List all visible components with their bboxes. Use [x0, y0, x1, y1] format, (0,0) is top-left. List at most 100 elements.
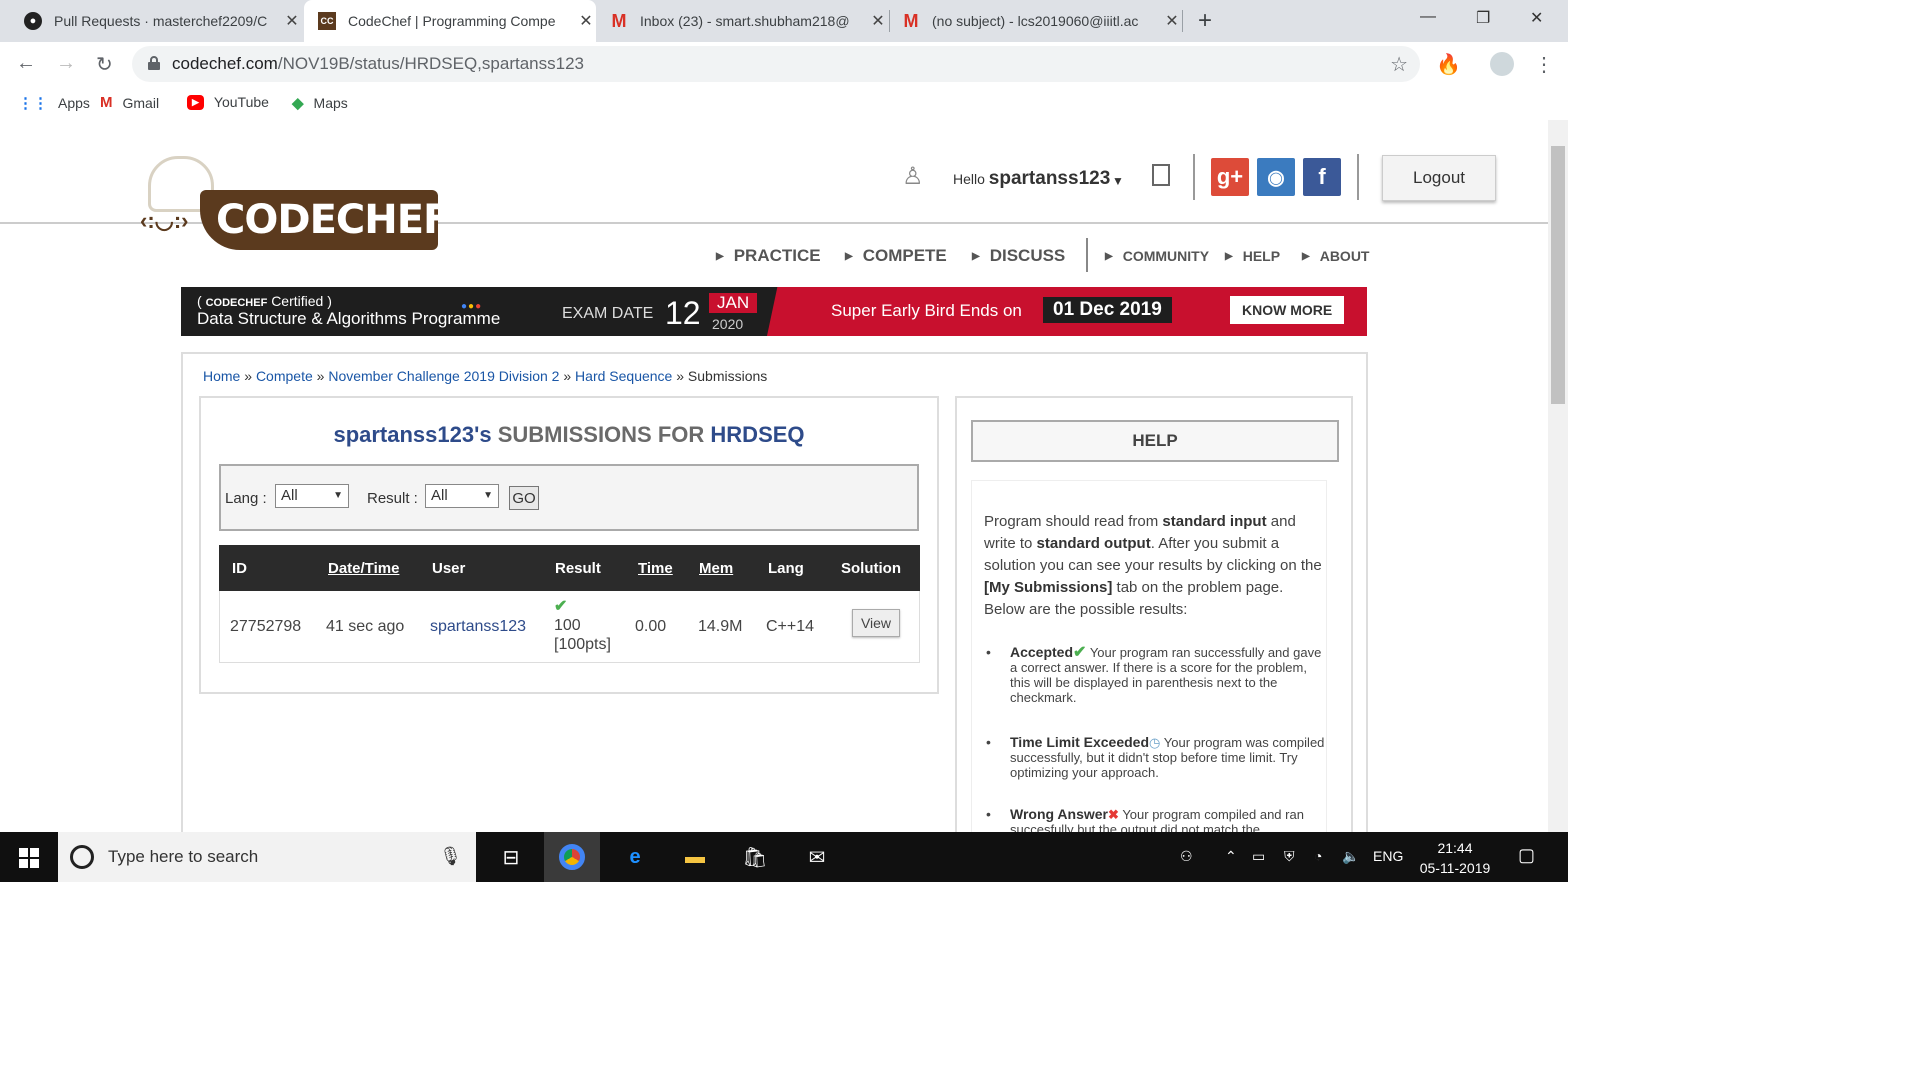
breadcrumb-problem[interactable]: Hard Sequence [575, 368, 672, 384]
codechef-icon: CC [318, 12, 336, 30]
facebook-icon[interactable]: f [1303, 158, 1341, 196]
windows-start-icon[interactable] [19, 848, 39, 868]
bookmark-apps[interactable]: ⋮⋮ Apps [18, 94, 90, 112]
mustache-icon: ‹:◡:› [140, 208, 189, 233]
breadcrumb: Home » Compete » November Challenge 2019… [203, 368, 767, 384]
page-scrollbar[interactable] [1548, 120, 1568, 832]
github-icon[interactable]: ◉ [1257, 158, 1295, 196]
back-arrow-icon[interactable]: ← [16, 52, 36, 75]
bookmark-gmail[interactable]: M Gmail [100, 94, 159, 111]
col-time[interactable]: Time [638, 560, 673, 577]
browser-menu-icon[interactable]: ⋮ [1534, 52, 1554, 77]
tab-codechef[interactable]: CC CodeChef | Programming Compe ✕ [304, 0, 596, 42]
lang-select[interactable]: All ▼ [275, 484, 349, 508]
microphone-icon[interactable]: 🎙 [439, 846, 462, 867]
nav-help[interactable]: ▶ HELP [1225, 248, 1280, 264]
go-button[interactable]: GO [509, 486, 539, 510]
chevron-up-icon[interactable]: ⌃ [1225, 848, 1237, 865]
gmail-icon: M [903, 10, 919, 31]
bookmark-label: Apps [58, 95, 90, 111]
title-mid: SUBMISSIONS FOR [497, 422, 705, 447]
wifi-icon[interactable]: ◔ [1314, 848, 1322, 864]
logout-button[interactable]: Logout [1382, 155, 1496, 201]
result-select[interactable]: All ▼ [425, 484, 499, 508]
close-tab-icon[interactable]: ✕ [1162, 11, 1182, 31]
help-intro-bold: standard output [1036, 535, 1151, 552]
table-row: 27752798 41 sec ago spartanss123 ✔ 100 [… [219, 591, 920, 663]
exam-month: JAN [709, 293, 758, 313]
notes-icon[interactable] [1152, 164, 1170, 186]
tab-pull-requests[interactable]: ● Pull Requests · masterchef2209/C ✕ [12, 0, 302, 42]
bookmark-label: YouTube [213, 94, 269, 110]
nav-discuss[interactable]: ▶ DISCUSS [972, 246, 1065, 266]
close-tab-icon[interactable]: ✕ [576, 11, 596, 31]
triangle-icon: ▶ [716, 250, 724, 262]
mail-icon[interactable]: ✉ [802, 842, 832, 872]
bookmark-star-icon[interactable]: ☆ [1390, 52, 1408, 77]
reload-icon[interactable]: ↻ [96, 52, 113, 77]
clock-date: 05-11-2019 [1419, 860, 1491, 876]
tab-separator [889, 10, 890, 32]
breadcrumb-home[interactable]: Home [203, 368, 240, 384]
help-intro-text: Program should read from [984, 513, 1159, 530]
restore-button[interactable]: ❐ [1476, 8, 1490, 28]
divider [1357, 154, 1359, 200]
battery-icon[interactable]: ▭ [1252, 848, 1265, 865]
store-icon[interactable]: 🛍 [740, 842, 770, 872]
google-plus-icon[interactable]: g+ [1211, 158, 1249, 196]
chevron-down-icon[interactable]: ▼ [1112, 174, 1124, 188]
gmail-icon: M [100, 94, 113, 111]
bookmark-label: Maps [313, 95, 348, 111]
taskbar-search[interactable]: Type here to search 🎙 [58, 832, 476, 882]
volume-muted-icon[interactable]: 🔈 [1342, 848, 1359, 865]
close-tab-icon[interactable]: ✕ [868, 11, 888, 31]
exam-date-label: EXAM DATE [562, 305, 654, 322]
greeting[interactable]: Hello spartanss123 [953, 168, 1110, 190]
tab-gmail-inbox[interactable]: M Inbox (23) - smart.shubham218@ ✕ [600, 0, 888, 42]
promo-banner[interactable]: ( CODECHEF Certified ) Data Structure & … [181, 287, 1367, 336]
chrome-taskbar-icon[interactable] [544, 832, 600, 882]
breadcrumb-compete[interactable]: Compete [256, 368, 313, 384]
header-username: spartanss123 [988, 168, 1111, 189]
col-mem[interactable]: Mem [699, 560, 733, 577]
know-more-button[interactable]: KNOW MORE [1230, 296, 1345, 324]
nav-about[interactable]: ▶ ABOUT [1302, 248, 1369, 264]
edge-icon[interactable]: e [620, 842, 650, 872]
help-item-name: Time Limit Exceeded [1010, 734, 1150, 750]
defender-shield-icon[interactable]: ⛨ [1284, 848, 1295, 865]
bookmark-youtube[interactable]: ▶ YouTube [187, 94, 269, 110]
nav-practice[interactable]: ▶ PRACTICE [716, 246, 821, 266]
codechef-logo[interactable]: CODECHEF ‹:◡:› [140, 152, 450, 252]
divider [1193, 154, 1195, 200]
bullet: • [986, 806, 991, 822]
tab-gmail-message[interactable]: M (no subject) - lcs2019060@iiitl.ac ✕ [892, 0, 1182, 42]
language-indicator[interactable]: ENG [1373, 848, 1403, 864]
breadcrumb-contest[interactable]: November Challenge 2019 Division 2 [328, 368, 559, 384]
search-placeholder: Type here to search [108, 847, 259, 866]
col-user: User [432, 560, 466, 577]
minimize-button[interactable]: — [1420, 8, 1436, 26]
maps-icon: ◆ [292, 95, 304, 112]
close-window-button[interactable]: ✕ [1530, 8, 1543, 28]
nav-community[interactable]: ▶ COMMUNITY [1105, 248, 1209, 264]
scrollbar-thumb[interactable] [1551, 146, 1565, 404]
cell-user[interactable]: spartanss123 [430, 618, 526, 636]
close-tab-icon[interactable]: ✕ [282, 11, 302, 31]
task-view-icon[interactable]: ⊟ [496, 842, 526, 872]
bookmark-maps[interactable]: ◆ Maps [292, 94, 348, 112]
view-solution-button[interactable]: View [852, 609, 900, 637]
forward-arrow-icon[interactable]: → [56, 52, 76, 75]
nav-compete[interactable]: ▶ COMPETE [845, 246, 947, 266]
new-tab-button[interactable]: + [1198, 7, 1212, 35]
extension-fire-icon[interactable]: 🔥 [1436, 52, 1461, 77]
checkmark-icon: ✔ [554, 598, 568, 615]
main-container: Home » Compete » November Challenge 2019… [181, 352, 1368, 832]
address-bar[interactable]: codechef.com/NOV19B/status/HRDSEQ,sparta… [132, 46, 1420, 82]
file-explorer-icon[interactable]: ▬ [680, 842, 710, 872]
system-clock[interactable]: 21:44 05-11-2019 [1410, 838, 1500, 878]
help-title: HELP [971, 420, 1339, 462]
profile-avatar[interactable] [1490, 52, 1514, 76]
notifications-icon[interactable]: ▢ [1518, 845, 1535, 866]
col-datetime[interactable]: Date/Time [328, 560, 399, 577]
people-icon[interactable]: ⚇ [1180, 848, 1193, 865]
